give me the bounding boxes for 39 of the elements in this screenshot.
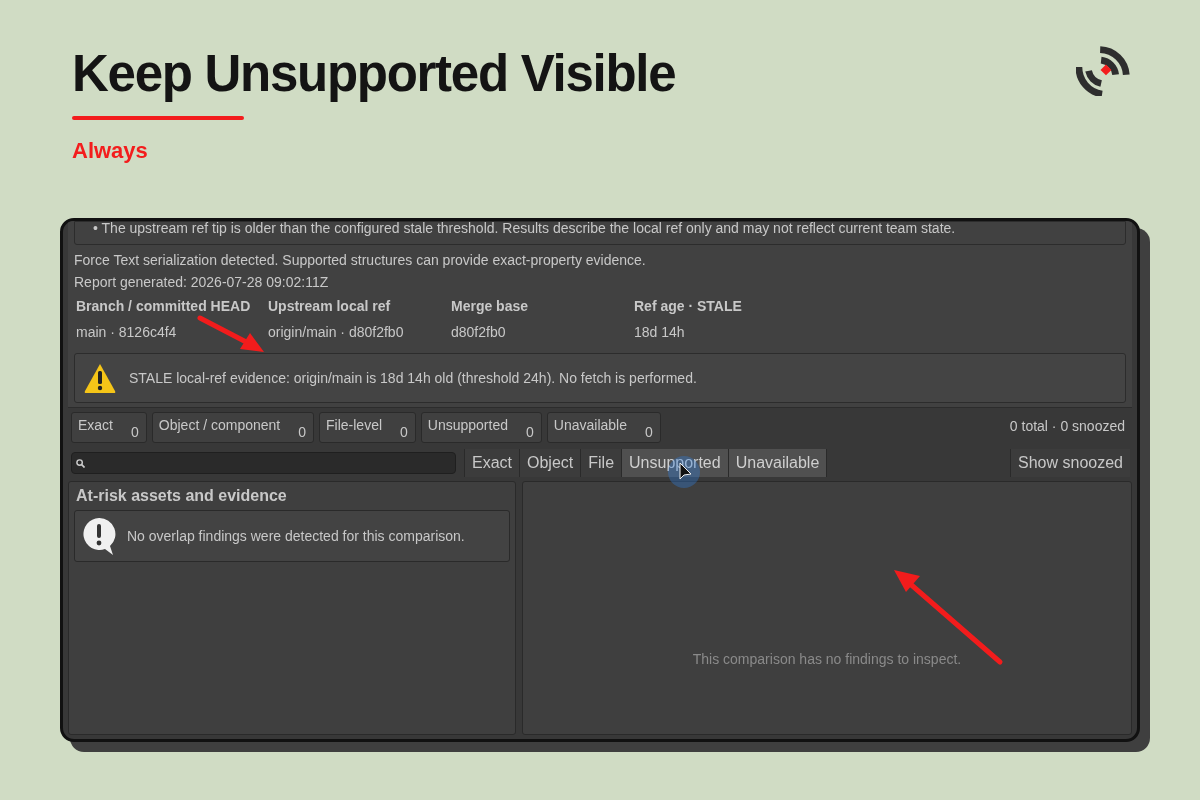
panel-title: At-risk assets and evidence xyxy=(76,486,288,506)
filter-toggle[interactable]: File xyxy=(581,449,623,477)
page-title: Keep Unsupported Visible xyxy=(72,44,676,104)
notice-text: • The upstream ref tip is older than the configured stale threshold. Results describe the local ref only and may not reflect current team state. xyxy=(93,222,956,236)
column-heading: Branch / committed HEAD xyxy=(76,297,252,315)
count-label: Unsupported xyxy=(427,417,508,433)
report-line: Force Text serialization detected. Supported structures can provide exact-property evidence. xyxy=(74,251,647,269)
empty-message: No overlap findings were detected for this comparison. xyxy=(127,526,465,546)
search-icon xyxy=(76,458,85,468)
count-value: 0 xyxy=(400,424,408,440)
warning-text: STALE local-ref evidence: origin/main is 18d 14h old (threshold 24h). No fetch is performed. xyxy=(129,368,697,388)
count-value: 0 xyxy=(298,424,306,440)
filter-toggle[interactable]: Unsupported xyxy=(622,449,729,477)
column-value: d80f2fb0 xyxy=(451,323,507,341)
summary-text: 0 total · 0 snoozed xyxy=(1009,417,1125,436)
count-value: 0 xyxy=(131,424,139,440)
annotation-arrow xyxy=(197,315,264,352)
empty-detail-message: This comparison has no findings to inspect. xyxy=(692,650,962,669)
search-field[interactable] xyxy=(71,452,456,474)
filter-toggle[interactable]: Unavailable xyxy=(728,449,828,477)
count-label: Object / component xyxy=(158,417,281,433)
alert-bubble-icon xyxy=(81,516,117,556)
column-heading: Ref age · STALE xyxy=(634,297,743,315)
page-subtitle: Always xyxy=(72,137,149,165)
count-label: Exact xyxy=(78,417,113,433)
column-value: 18d 14h xyxy=(634,323,686,341)
count-value: 0 xyxy=(644,424,653,440)
column-value: main · 8126c4f4 xyxy=(76,323,178,341)
warning-icon xyxy=(83,362,117,394)
count-label: Unavailable xyxy=(553,417,627,433)
column-heading: Merge base xyxy=(451,297,530,315)
column-heading: Upstream local ref xyxy=(268,297,392,315)
filter-toggle[interactable]: Object xyxy=(520,449,582,477)
show-snoozed-button[interactable]: Show snoozed xyxy=(1010,449,1130,477)
count-value: 0 xyxy=(526,424,534,440)
filter-toggle[interactable]: Exact xyxy=(465,449,520,477)
report-line: Report generated: 2026-07-28 09:02:11Z xyxy=(74,273,330,291)
count-label: File-level xyxy=(326,417,383,433)
column-value: origin/main · d80f2fb0 xyxy=(268,323,405,341)
